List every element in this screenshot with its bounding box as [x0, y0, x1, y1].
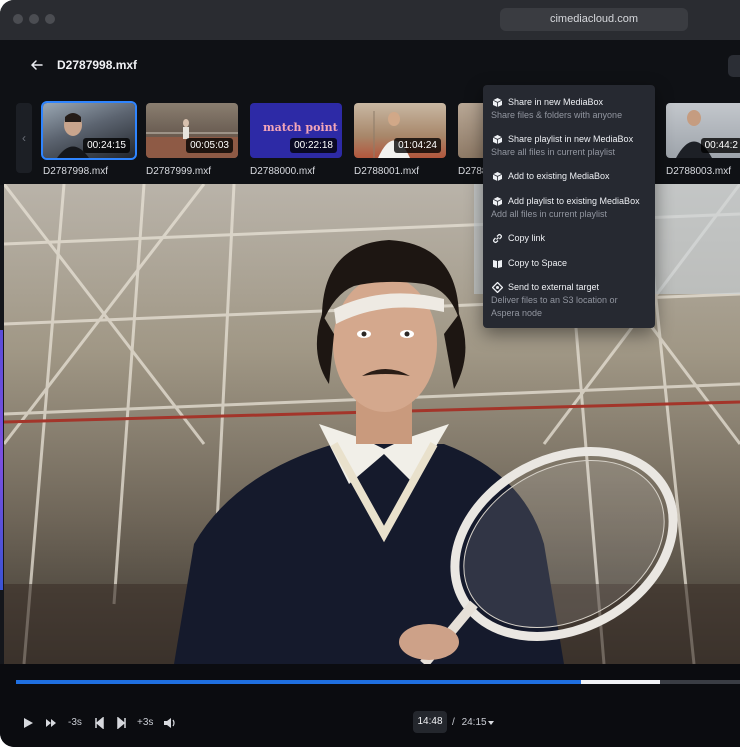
duration-badge: 00:44:2 — [700, 138, 740, 153]
filmstrip-thumb[interactable]: 00:24:15 — [41, 101, 137, 160]
menu-item-subtext: Aspera node — [491, 308, 543, 318]
poster-title-text: match point — [263, 121, 338, 134]
menu-item-copy-link[interactable]: Copy link — [508, 233, 545, 243]
thumb-filename: D2788002.mxf — [458, 166, 483, 177]
skip-forward-button[interactable]: +3s — [137, 717, 153, 728]
window-minimize-dot[interactable] — [29, 14, 39, 24]
total-time-value: 24:15 — [461, 717, 487, 728]
filmstrip-prev-button[interactable]: ‹ — [16, 103, 32, 173]
player-controls — [0, 664, 740, 747]
window-close-dot[interactable] — [13, 14, 23, 24]
diamond-icon — [492, 282, 503, 293]
duration-badge: 00:22:18 — [290, 138, 337, 153]
menu-item-share-playlist-new-mediabox[interactable]: Share playlist in new MediaBox — [508, 134, 633, 144]
filmstrip-thumb[interactable]: 01:04:24 — [354, 103, 446, 158]
thumb-filename: D2787998.mxf — [43, 166, 109, 177]
thumb-filename: D2788000.mxf — [250, 166, 316, 177]
menu-item-add-existing-mediabox[interactable]: Add to existing MediaBox — [508, 171, 610, 181]
menu-item-add-playlist-existing-mediabox[interactable]: Add playlist to existing MediaBox — [508, 196, 640, 206]
cube-icon — [492, 197, 503, 206]
filmstrip-thumb[interactable]: 00:44:2 — [666, 103, 740, 158]
filmstrip-thumb[interactable]: match point 00:22:18 — [250, 103, 342, 158]
cube-icon — [492, 135, 503, 144]
skip-back-button[interactable]: -3s — [68, 717, 82, 728]
volume-icon[interactable] — [163, 717, 176, 729]
thumb-filename: D2788001.mxf — [354, 166, 420, 177]
window-maximize-dot[interactable] — [45, 14, 55, 24]
play-icon[interactable] — [22, 717, 34, 729]
next-frame-icon[interactable] — [117, 717, 127, 729]
cube-icon — [492, 172, 503, 181]
back-arrow-icon[interactable] — [30, 58, 44, 72]
duration-badge: 00:24:15 — [83, 138, 130, 153]
cube-icon — [492, 98, 503, 107]
duration-badge: 00:05:03 — [186, 138, 233, 153]
previous-frame-icon[interactable] — [94, 717, 104, 729]
page-title: D2787998.mxf — [57, 58, 138, 72]
link-icon — [492, 233, 503, 244]
window-edge-accent — [0, 330, 3, 590]
current-time-field[interactable]: 14:48 — [413, 711, 447, 733]
menu-item-subtext: Deliver files to an S3 location or — [491, 295, 618, 305]
url-bar[interactable]: cimediacloud.com — [500, 8, 688, 31]
thumb-filename: D2788003.mxf — [666, 166, 732, 177]
menu-item-copy-to-space[interactable]: Copy to Space — [508, 258, 567, 268]
app-window: cimediacloud.com D2787998.mxf ‹ 00:24:15… — [0, 0, 740, 747]
duration-badge: 01:04:24 — [394, 138, 441, 153]
menu-item-send-external-target[interactable]: Send to external target — [508, 282, 599, 292]
browser-titlebar: cimediacloud.com — [0, 0, 740, 40]
chevron-down-icon[interactable] — [487, 719, 495, 727]
share-button[interactable] — [728, 55, 740, 77]
menu-item-subtext: Share all files in current playlist — [491, 147, 616, 157]
progress-played — [16, 680, 581, 684]
filmstrip-thumb[interactable]: 00:05:03 — [146, 103, 238, 158]
fast-forward-icon[interactable] — [45, 717, 58, 729]
thumb-filename: D2787999.mxf — [146, 166, 212, 177]
menu-item-subtext: Add all files in current playlist — [491, 209, 608, 219]
progress-track[interactable] — [16, 680, 740, 684]
menu-item-share-new-mediabox[interactable]: Share in new MediaBox — [508, 97, 603, 107]
total-time: / 24:15 — [452, 717, 487, 728]
menu-item-subtext: Share files & folders with anyone — [491, 110, 623, 120]
time-separator: / — [452, 717, 455, 728]
book-icon — [493, 260, 502, 268]
